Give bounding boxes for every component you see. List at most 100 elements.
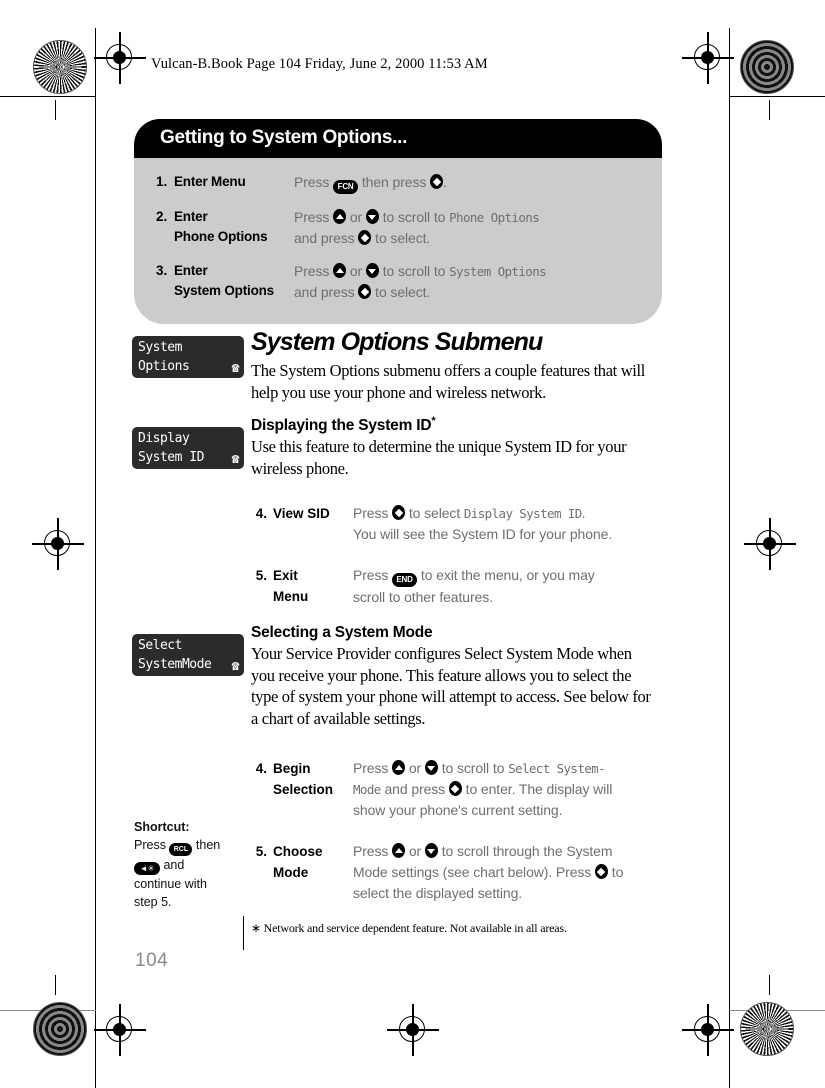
lcd-line-1: Display xyxy=(138,431,190,446)
step-title: Choose Mode xyxy=(273,844,323,880)
lcd-label: Display System ID xyxy=(463,506,582,521)
lcd-display-select-system-mode: Select SystemMode ☎ xyxy=(132,634,244,676)
callout-step: 3. Enter System Options Press or to scrol… xyxy=(134,261,662,302)
registration-crosshair-right xyxy=(744,518,796,570)
registration-crosshair-bottom-right xyxy=(682,1004,734,1056)
numbered-step: 4. View SID Press to select Display Syst… xyxy=(251,503,655,545)
tick-right-lower xyxy=(769,975,771,995)
subsection-title-text: Displaying the System ID xyxy=(251,417,432,434)
step-title: Enter System Options xyxy=(174,263,274,298)
crop-rule-right xyxy=(729,28,731,1088)
step-number: 5. xyxy=(255,568,267,583)
star-key-icon: ◄✳ xyxy=(134,862,160,875)
subsection-body-text: Use this feature to determine the unique… xyxy=(251,437,627,478)
numbered-step: 4. Begin Selection Press or to scroll to … xyxy=(251,758,655,821)
step-title: View SID xyxy=(273,506,330,521)
select-key-icon xyxy=(358,230,372,245)
subsection-selecting-system-mode: Selecting a System Mode Your Service Pro… xyxy=(251,622,655,729)
step-number: 3. xyxy=(156,263,168,278)
up-key-icon xyxy=(333,263,347,278)
registration-starburst-bottom-right xyxy=(740,1002,794,1056)
numbered-step: 5. Exit Menu Press END to exit the menu, … xyxy=(251,565,655,608)
lcd-label: Select System- xyxy=(508,761,606,776)
lcd-label: Mode xyxy=(353,782,381,797)
numbered-step: 5. Choose Mode Press or to scroll through… xyxy=(251,841,655,904)
registration-crosshair-bottom-left xyxy=(94,1004,146,1056)
footnote-marker: * xyxy=(431,414,436,427)
rcl-key-icon: RCL xyxy=(169,843,193,856)
shortcut-heading: Shortcut: xyxy=(134,820,190,834)
step-number: 4. xyxy=(255,761,267,776)
lcd-line-2: System ID xyxy=(138,450,204,465)
step-title: Enter Menu xyxy=(174,174,246,189)
registration-crosshair-top-right xyxy=(682,32,734,84)
lcd-line-2: Options xyxy=(138,359,190,374)
step-number: 2. xyxy=(156,209,168,224)
tick-left-upper xyxy=(55,100,57,120)
step-number: 5. xyxy=(255,844,267,859)
end-key-icon: END xyxy=(392,573,418,587)
select-key-icon xyxy=(448,781,462,796)
step-description: Press or to scroll to System Options and… xyxy=(294,263,547,300)
section-intro-text: The System Options submenu offers a coup… xyxy=(251,361,645,402)
running-header: Vulcan-B.Book Page 104 Friday, June 2, 2… xyxy=(151,56,488,72)
step-description: Press or to scroll to Phone Options and … xyxy=(294,209,540,246)
shortcut-note: Shortcut: Press RCL then ◄✳ and continue… xyxy=(134,820,221,909)
steps-select-system-mode: 4. Begin Selection Press or to scroll to … xyxy=(251,758,655,904)
lcd-label: Phone Options xyxy=(449,210,540,225)
registration-starburst-top-left xyxy=(33,40,87,94)
step-number: 4. xyxy=(255,506,267,521)
callout-steps-list: 1. Enter Menu Press FCN then press . 2. … xyxy=(134,158,662,324)
lcd-line-1: Select xyxy=(138,638,182,653)
phone-icon: ☎ xyxy=(231,361,240,376)
page-number: 104 xyxy=(135,950,169,971)
step-title: Begin Selection xyxy=(273,761,334,797)
subsection-title: Selecting a System Mode xyxy=(251,624,433,641)
up-key-icon xyxy=(333,209,347,224)
crop-rule-top-left xyxy=(0,96,96,98)
step-number: 1. xyxy=(156,174,168,189)
step-title: Exit Menu xyxy=(273,568,309,604)
lcd-display-system-options: System Options ☎ xyxy=(132,336,244,378)
down-key-icon xyxy=(424,843,438,858)
select-key-icon xyxy=(392,505,406,520)
select-key-icon xyxy=(358,284,372,299)
step-description: Press or to scroll through the System Mo… xyxy=(353,843,624,901)
footnote-text: ∗ Network and service dependent feature.… xyxy=(251,921,567,935)
step-title: Enter Phone Options xyxy=(174,209,268,244)
phone-icon: ☎ xyxy=(231,452,240,467)
down-key-icon xyxy=(365,263,379,278)
tick-left-lower xyxy=(55,975,57,995)
down-key-icon xyxy=(424,760,438,775)
registration-crosshair-bottom-center xyxy=(387,1004,439,1056)
getting-to-system-options-callout: Getting to System Options... 1. Enter Me… xyxy=(134,119,662,324)
up-key-icon xyxy=(392,843,406,858)
select-key-icon xyxy=(430,174,444,189)
lcd-label: System Options xyxy=(449,264,547,279)
subsection-title: Displaying the System ID* xyxy=(251,415,655,436)
lcd-line-2: SystemMode xyxy=(138,657,212,672)
subsection-displaying-system-id: Displaying the System ID* Use this featu… xyxy=(251,415,655,479)
select-key-icon xyxy=(594,864,608,879)
fcn-key-icon: FCN xyxy=(333,180,359,194)
page-title: System Options Submenu xyxy=(251,328,543,356)
lcd-display-system-id: Display System ID ☎ xyxy=(132,427,244,469)
tick-right-upper xyxy=(769,100,771,120)
section-system-options: System Options Submenu The System Option… xyxy=(251,328,655,403)
phone-icon: ☎ xyxy=(231,659,240,674)
down-key-icon xyxy=(365,209,379,224)
step-description: Press END to exit the menu, or you may s… xyxy=(353,567,595,605)
crop-rule-top-right xyxy=(729,96,825,98)
registration-rings-bottom-left xyxy=(33,1002,87,1056)
step-description: Press to select Display System ID. You w… xyxy=(353,505,613,542)
subsection-body-text: Your Service Provider configures Select … xyxy=(251,644,651,728)
callout-title: Getting to System Options... xyxy=(134,119,662,158)
step-description: Press or to scroll to Select System- Mod… xyxy=(353,760,613,818)
lcd-line-1: System xyxy=(138,340,182,355)
callout-step: 2. Enter Phone Options Press or to scroll… xyxy=(134,207,662,248)
up-key-icon xyxy=(392,760,406,775)
registration-rings-top-right xyxy=(740,40,794,94)
footnote-rule xyxy=(243,916,245,950)
registration-crosshair-top-left xyxy=(94,32,146,84)
step-description: Press FCN then press . xyxy=(294,172,662,194)
